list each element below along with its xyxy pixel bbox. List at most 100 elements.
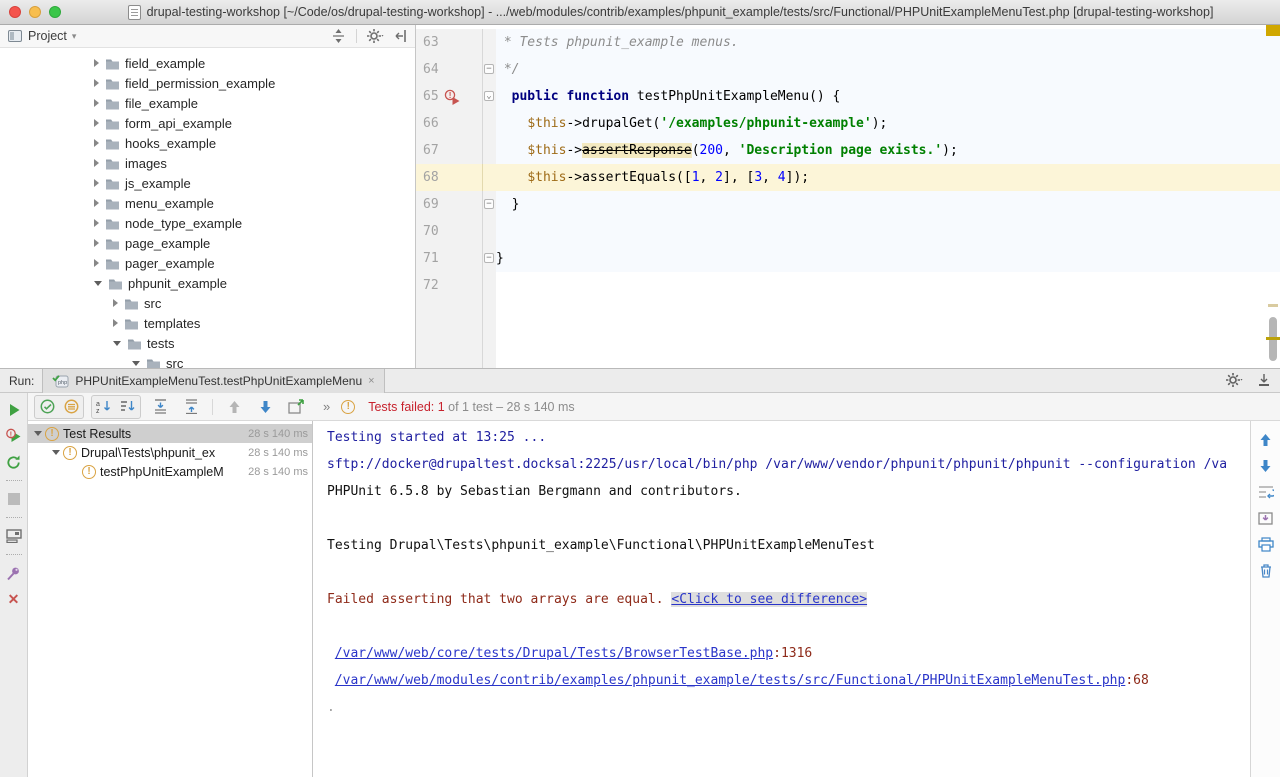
code-line[interactable]: $this->assertEquals([1, 2], [3, 4]);: [496, 164, 1280, 191]
error-stripe-mark[interactable]: [1268, 304, 1278, 307]
zoom-window-button[interactable]: [49, 6, 61, 18]
chevron-down-icon[interactable]: [34, 431, 42, 436]
chevron-right-icon[interactable]: [94, 99, 99, 107]
chevron-right-icon[interactable]: [94, 199, 99, 207]
chevron-right-icon[interactable]: [94, 159, 99, 167]
print-button[interactable]: [1258, 537, 1274, 554]
code-line[interactable]: public function testPhpUnitExampleMenu()…: [496, 83, 1280, 110]
chevron-right-icon[interactable]: [94, 239, 99, 247]
sidebar-item-images[interactable]: images: [0, 153, 415, 173]
chevron-right-icon[interactable]: [94, 219, 99, 227]
code-line[interactable]: [496, 272, 1280, 299]
code-line[interactable]: }: [496, 245, 1280, 272]
fold-region-icon[interactable]: −: [484, 253, 494, 263]
show-ignored-toggle[interactable]: [59, 396, 83, 418]
code-line[interactable]: * Tests phpunit_example menus.: [496, 29, 1280, 56]
rerun-test-icon[interactable]: [6, 452, 21, 472]
chevron-down-icon[interactable]: ▾: [72, 31, 77, 42]
sidebar-item-page_example[interactable]: page_example: [0, 233, 415, 253]
console-line: Failed asserting that two arrays are equ…: [327, 586, 1250, 613]
collapse-all-button[interactable]: [179, 396, 203, 418]
sidebar-item-node_type_example[interactable]: node_type_example: [0, 213, 415, 233]
sidebar-item-tests[interactable]: tests: [0, 333, 415, 353]
sidebar-item-src[interactable]: src: [0, 353, 415, 368]
console-hyperlink[interactable]: <Click to see difference>: [671, 592, 867, 607]
next-failed-test-button[interactable]: [253, 396, 277, 418]
restore-layout-button[interactable]: [6, 526, 22, 546]
run-configuration-tab[interactable]: php PHPUnitExampleMenuTest.testPhpUnitEx…: [42, 369, 384, 393]
fold-region-open-icon[interactable]: ⌄: [484, 91, 494, 101]
sidebar-item-js_example[interactable]: js_example: [0, 173, 415, 193]
code-line[interactable]: [496, 218, 1280, 245]
code-token: ]);: [786, 170, 809, 185]
rerun-failed-tests-button[interactable]: !: [6, 426, 22, 446]
code-line[interactable]: $this->drupalGet('/examples/phpunit-exam…: [496, 110, 1280, 137]
more-actions-chevron[interactable]: »: [323, 399, 330, 414]
chevron-right-icon[interactable]: [94, 139, 99, 147]
project-panel-title[interactable]: Project: [28, 29, 67, 43]
down-stacktrace-button[interactable]: [1259, 459, 1272, 476]
editor-line: 72: [416, 272, 1280, 299]
chevron-down-icon[interactable]: [132, 361, 140, 366]
sidebar-item-form_api_example[interactable]: form_api_example: [0, 113, 415, 133]
chevron-right-icon[interactable]: [94, 59, 99, 67]
fold-region-icon[interactable]: −: [484, 199, 494, 209]
chevron-right-icon[interactable]: [94, 259, 99, 267]
sidebar-item-menu_example[interactable]: menu_example: [0, 193, 415, 213]
soft-wrap-toggle[interactable]: [1258, 485, 1274, 502]
test-tree-row[interactable]: !testPhpUnitExampleM28 s 140 ms: [28, 462, 312, 481]
up-stacktrace-button[interactable]: [1259, 433, 1272, 450]
test-tree-row[interactable]: !Drupal\Tests\phpunit_ex28 s 140 ms: [28, 443, 312, 462]
chevron-right-icon[interactable]: [94, 79, 99, 87]
code-editor[interactable]: 63 * Tests phpunit_example menus.64− */6…: [416, 25, 1280, 368]
console-hyperlink[interactable]: /var/www/web/core/tests/Drupal/Tests/Bro…: [335, 646, 773, 661]
close-window-button[interactable]: [9, 6, 21, 18]
chevron-right-icon[interactable]: [113, 299, 118, 307]
expand-all-button[interactable]: [148, 396, 172, 418]
code-line[interactable]: */: [496, 56, 1280, 83]
minimize-panel-icon[interactable]: [1258, 373, 1270, 390]
show-passed-toggle[interactable]: [35, 396, 59, 418]
import-test-results-button[interactable]: [284, 396, 308, 418]
gear-icon[interactable]: [1226, 373, 1244, 390]
sidebar-item-field_permission_example[interactable]: field_permission_example: [0, 73, 415, 93]
clear-console-button[interactable]: [1259, 563, 1273, 580]
inspection-status-marker[interactable]: [1266, 25, 1280, 36]
stop-button[interactable]: [8, 489, 20, 509]
sidebar-item-field_example[interactable]: field_example: [0, 53, 415, 73]
chevron-right-icon[interactable]: [94, 119, 99, 127]
sort-by-duration-toggle[interactable]: [116, 396, 140, 418]
error-stripe-mark-warning[interactable]: [1266, 337, 1280, 340]
sidebar-item-src[interactable]: src: [0, 293, 415, 313]
editor-line: 67 $this->assertResponse(200, 'Descripti…: [416, 137, 1280, 164]
rerun-button[interactable]: [7, 400, 21, 420]
sidebar-item-templates[interactable]: templates: [0, 313, 415, 333]
sidebar-item-pager_example[interactable]: pager_example: [0, 253, 415, 273]
test-tree-row[interactable]: !Test Results28 s 140 ms: [28, 424, 312, 443]
test-console-output[interactable]: Testing started at 13:25 ...sftp://docke…: [313, 421, 1250, 777]
scroll-to-end-button[interactable]: [1258, 511, 1274, 528]
chevron-down-icon[interactable]: [52, 450, 60, 455]
sidebar-item-file_example[interactable]: file_example: [0, 93, 415, 113]
sidebar-item-phpunit_example[interactable]: phpunit_example: [0, 273, 415, 293]
console-hyperlink[interactable]: /var/www/web/modules/contrib/examples/ph…: [335, 673, 1126, 688]
chevron-right-icon[interactable]: [94, 179, 99, 187]
fold-region-icon[interactable]: −: [484, 64, 494, 74]
chevron-down-icon[interactable]: [113, 341, 121, 346]
sort-alphabetically-toggle[interactable]: a z: [92, 396, 116, 418]
code-line[interactable]: $this->assertResponse(200, 'Description …: [496, 137, 1280, 164]
chevron-down-icon[interactable]: [94, 281, 102, 286]
gear-icon[interactable]: [367, 29, 385, 43]
pin-tab-button[interactable]: [6, 563, 21, 583]
close-tab-icon[interactable]: ×: [368, 375, 374, 387]
test-duration: 28 s 140 ms: [248, 466, 308, 478]
hide-panel-icon[interactable]: [395, 29, 407, 43]
close-panel-button[interactable]: ✕: [8, 589, 20, 609]
code-line[interactable]: }: [496, 191, 1280, 218]
previous-failed-test-button[interactable]: [222, 396, 246, 418]
sidebar-item-hooks_example[interactable]: hooks_example: [0, 133, 415, 153]
scroll-from-source-icon[interactable]: [331, 29, 346, 43]
minimize-window-button[interactable]: [29, 6, 41, 18]
chevron-right-icon[interactable]: [113, 319, 118, 327]
console-line: PHPUnit 6.5.8 by Sebastian Bergmann and …: [327, 478, 1250, 505]
